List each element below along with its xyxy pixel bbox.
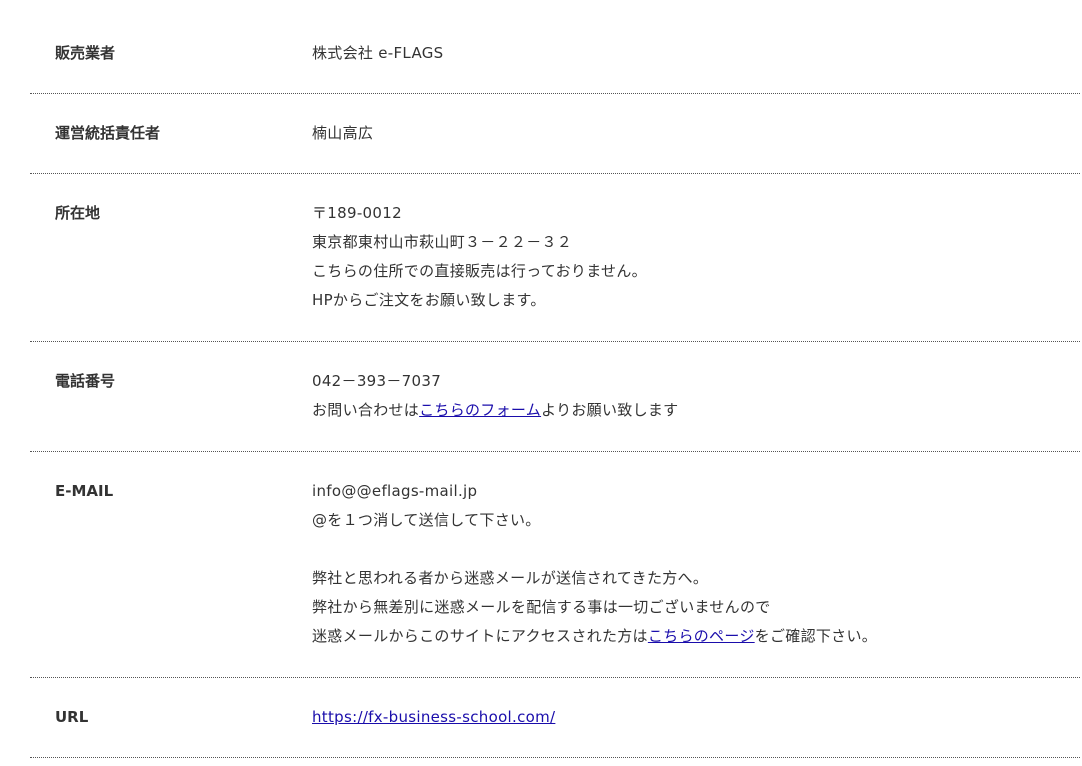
company-info-table: 販売業者 株式会社 e-FLAGS 運営統括責任者 楠山高広 所在地 〒189-… — [30, 14, 1080, 758]
spam-note-3-before: 迷惑メールからこのサイトにアクセスされた方は — [312, 627, 648, 645]
row-address: 所在地 〒189-0012 東京都東村山市萩山町３－２２－３２ こちらの住所での… — [30, 174, 1080, 342]
spam-note-1: 弊社と思われる者から迷惑メールが送信されてきた方へ。 — [312, 569, 709, 587]
manager-label: 運営統括責任者 — [55, 124, 161, 142]
row-phone: 電話番号 042－393－7037 お問い合わせはこちらのフォームよりお願い致し… — [30, 342, 1080, 452]
spam-note-2: 弊社から無差別に迷惑メールを配信する事は一切ございませんので — [312, 598, 771, 616]
address-note-2: HPからご注文をお願い致します。 — [312, 291, 546, 309]
row-email: E-MAIL info@@eflags-mail.jp @を１つ消して送信して下… — [30, 452, 1080, 678]
row-manager: 運営統括責任者 楠山高広 — [30, 94, 1080, 174]
row-url: URL https://fx-business-school.com/ — [30, 678, 1080, 758]
spam-note-3: 迷惑メールからこのサイトにアクセスされた方はこちらのページをご確認下さい。 — [312, 622, 1080, 651]
seller-label: 販売業者 — [55, 44, 116, 62]
site-url-link[interactable]: https://fx-business-school.com/ — [312, 708, 555, 726]
spam-info-page-link[interactable]: こちらのページ — [648, 627, 755, 645]
phone-note-after: よりお願い致します — [541, 401, 679, 419]
phone-note: お問い合わせはこちらのフォームよりお願い致します — [312, 396, 1080, 425]
email-value: info@@eflags-mail.jp @を１つ消して送信して下さい。 弊社と… — [312, 477, 1080, 677]
manager-name: 楠山高広 — [312, 124, 374, 142]
spam-note-3-after: をご確認下さい。 — [754, 627, 878, 645]
seller-value: 株式会社 e-FLAGS — [312, 39, 1080, 93]
email-label: E-MAIL — [55, 482, 114, 500]
phone-number: 042－393－7037 — [312, 372, 442, 390]
url-line: https://fx-business-school.com/ — [312, 703, 1080, 732]
url-value: https://fx-business-school.com/ — [312, 703, 1080, 757]
row-seller: 販売業者 株式会社 e-FLAGS — [30, 14, 1080, 94]
manager-value: 楠山高広 — [312, 119, 1080, 173]
address-value: 〒189-0012 東京都東村山市萩山町３－２２－３２ こちらの住所での直接販売… — [312, 199, 1080, 341]
url-label: URL — [55, 708, 89, 726]
contact-form-link[interactable]: こちらのフォーム — [419, 401, 541, 419]
postal-code: 〒189-0012 — [312, 204, 402, 222]
phone-value: 042－393－7037 お問い合わせはこちらのフォームよりお願い致します — [312, 367, 1080, 451]
phone-label: 電話番号 — [55, 372, 116, 390]
phone-note-before: お問い合わせは — [312, 401, 420, 419]
street-address: 東京都東村山市萩山町３－２２－３２ — [312, 233, 573, 251]
seller-name: 株式会社 e-FLAGS — [312, 44, 444, 62]
address-label: 所在地 — [55, 204, 101, 222]
email-instruction: @を１つ消して送信して下さい。 — [312, 511, 541, 529]
address-note-1: こちらの住所での直接販売は行っておりません。 — [312, 262, 647, 280]
email-address: info@@eflags-mail.jp — [312, 482, 478, 500]
